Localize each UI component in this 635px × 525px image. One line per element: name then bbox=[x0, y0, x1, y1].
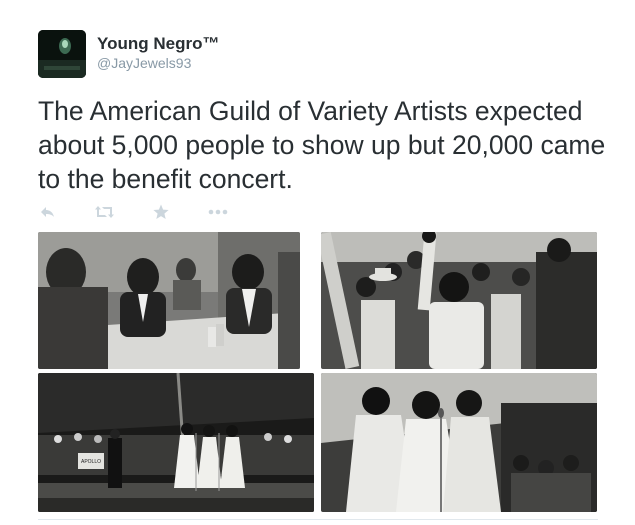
display-name[interactable]: Young Negro™ bbox=[97, 34, 219, 54]
divider bbox=[38, 519, 598, 520]
photo-image: APOLLO bbox=[38, 373, 314, 512]
user-handle[interactable]: @JayJewels93 bbox=[97, 54, 219, 72]
ellipsis-icon bbox=[208, 209, 228, 215]
photo-image bbox=[38, 232, 300, 369]
apollo-sign: APOLLO bbox=[81, 459, 101, 465]
favorite-button[interactable] bbox=[153, 202, 169, 222]
tweet-text: The American Guild of Variety Artists ex… bbox=[38, 96, 606, 194]
more-button[interactable] bbox=[208, 202, 228, 222]
avatar-image bbox=[38, 30, 86, 78]
photo-image bbox=[321, 373, 597, 512]
photo-crowd-raised-hand[interactable] bbox=[321, 232, 597, 369]
avatar[interactable] bbox=[38, 30, 86, 78]
author-info: Young Negro™ @JayJewels93 bbox=[97, 34, 219, 72]
photo-meeting-table[interactable] bbox=[38, 232, 300, 369]
tweet-card: Young Negro™ @JayJewels93 The American G… bbox=[0, 0, 635, 525]
photo-grid: APOLLO bbox=[38, 232, 598, 512]
reply-icon bbox=[41, 207, 54, 217]
retweet-icon bbox=[95, 206, 114, 218]
reply-button[interactable] bbox=[40, 202, 55, 222]
star-icon bbox=[153, 204, 169, 219]
photo-image bbox=[321, 232, 597, 369]
retweet-button[interactable] bbox=[95, 202, 114, 222]
photo-singers-microphone[interactable] bbox=[321, 373, 597, 512]
photo-stage-performers[interactable]: APOLLO bbox=[38, 373, 314, 512]
